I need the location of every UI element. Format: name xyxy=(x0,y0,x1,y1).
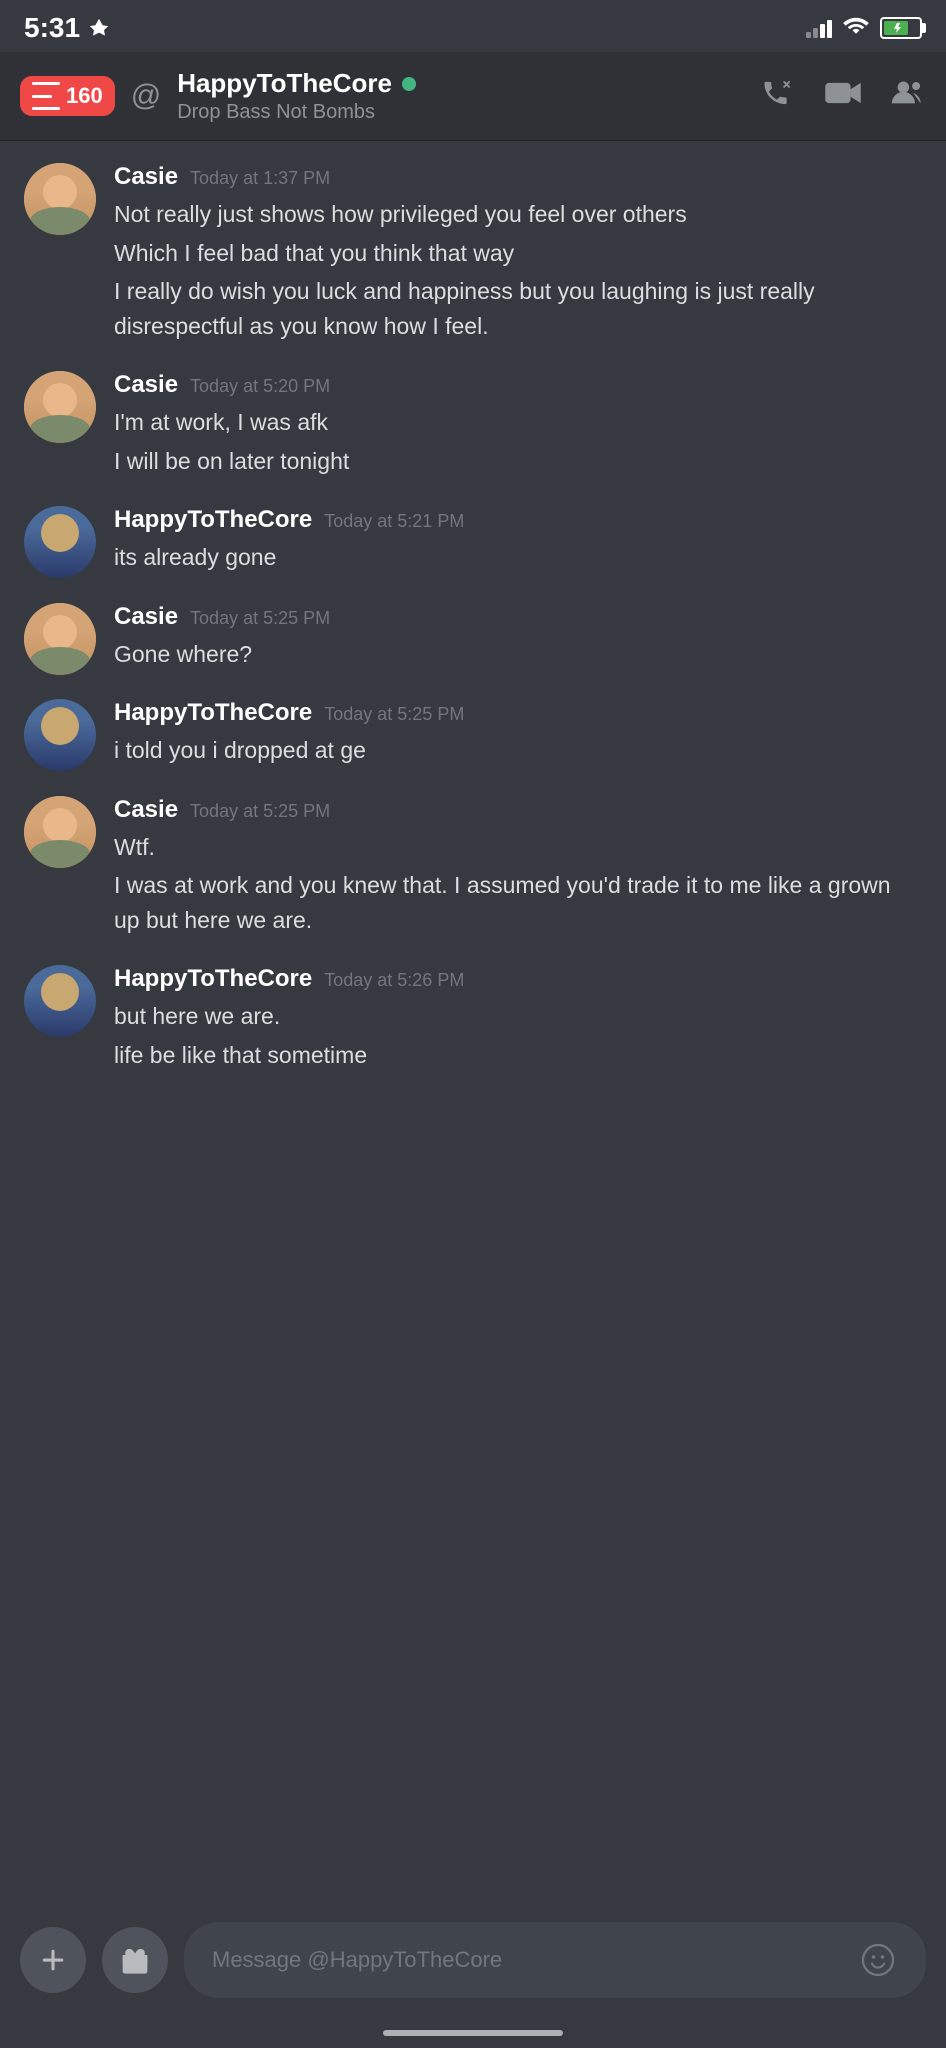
notification-button[interactable]: 160 xyxy=(20,76,115,116)
charging-icon xyxy=(890,22,902,34)
home-indicator xyxy=(383,2030,563,2036)
message-header: Casie Today at 5:25 PM xyxy=(114,603,922,631)
message-content: Casie Today at 5:20 PM I'm at work, I wa… xyxy=(114,371,922,482)
members-icon[interactable] xyxy=(890,78,926,115)
header-actions xyxy=(760,77,926,116)
message-content: Casie Today at 5:25 PM Gone where? xyxy=(114,603,922,676)
add-button[interactable] xyxy=(20,1927,86,1993)
hamburger-icon xyxy=(32,82,60,110)
gift-icon xyxy=(120,1945,150,1975)
message-text: Gone where? xyxy=(114,637,922,672)
status-icons xyxy=(806,14,922,42)
wifi-icon xyxy=(842,14,870,42)
input-bar: Message @HappyToTheCore xyxy=(0,1902,946,2048)
gift-button[interactable] xyxy=(102,1927,168,1993)
message-header: Casie Today at 5:25 PM xyxy=(114,796,922,824)
message-content: Casie Today at 5:25 PM Wtf. I was at wor… xyxy=(114,796,922,942)
message-author: Casie xyxy=(114,796,178,824)
message-header: Casie Today at 1:37 PM xyxy=(114,163,922,191)
message-text: Wtf. xyxy=(114,830,922,865)
avatar xyxy=(24,603,96,675)
message-text: I will be on later tonight xyxy=(114,444,922,479)
avatar xyxy=(24,371,96,443)
status-time: 5:31 xyxy=(24,12,110,44)
status-bar: 5:31 xyxy=(0,0,946,52)
message-content: HappyToTheCore Today at 5:21 PM its alre… xyxy=(114,506,922,579)
battery-icon xyxy=(880,17,922,39)
message-group: HappyToTheCore Today at 5:26 PM but here… xyxy=(0,953,946,1088)
video-icon[interactable] xyxy=(824,78,862,115)
call-icon[interactable] xyxy=(760,77,796,116)
notification-count: 160 xyxy=(66,83,103,109)
channel-name: HappyToTheCore xyxy=(177,68,744,99)
message-author: Casie xyxy=(114,603,178,631)
message-header: HappyToTheCore Today at 5:25 PM xyxy=(114,699,922,727)
messages-container: Casie Today at 1:37 PM Not really just s… xyxy=(0,141,946,1268)
channel-subtitle: Drop Bass Not Bombs xyxy=(177,101,744,124)
message-header: Casie Today at 5:20 PM xyxy=(114,371,922,399)
message-group: Casie Today at 5:25 PM Wtf. I was at wor… xyxy=(0,784,946,954)
message-author: HappyToTheCore xyxy=(114,965,312,993)
message-group: HappyToTheCore Today at 5:25 PM i told y… xyxy=(0,687,946,784)
message-group: HappyToTheCore Today at 5:21 PM its alre… xyxy=(0,494,946,591)
message-input-field[interactable]: Message @HappyToTheCore xyxy=(184,1922,926,1998)
message-text: Not really just shows how privileged you… xyxy=(114,197,922,232)
message-group: Casie Today at 1:37 PM Not really just s… xyxy=(0,151,946,359)
message-text: i told you i dropped at ge xyxy=(114,733,922,768)
message-content: Casie Today at 1:37 PM Not really just s… xyxy=(114,163,922,347)
chat-header: 160 @ HappyToTheCore Drop Bass Not Bombs xyxy=(0,52,946,141)
message-text: life be like that sometime xyxy=(114,1038,922,1073)
message-header: HappyToTheCore Today at 5:26 PM xyxy=(114,965,922,993)
avatar xyxy=(24,506,96,578)
avatar xyxy=(24,163,96,235)
location-icon xyxy=(88,17,110,39)
message-author: Casie xyxy=(114,163,178,191)
avatar xyxy=(24,965,96,1037)
message-text: I was at work and you knew that. I assum… xyxy=(114,868,922,937)
message-placeholder: Message @HappyToTheCore xyxy=(212,1947,842,1973)
message-header: HappyToTheCore Today at 5:21 PM xyxy=(114,506,922,534)
signal-icon xyxy=(806,18,832,38)
online-indicator xyxy=(402,77,416,91)
message-text: its already gone xyxy=(114,540,922,575)
message-text: but here we are. xyxy=(114,999,922,1034)
plus-icon xyxy=(38,1945,68,1975)
message-author: HappyToTheCore xyxy=(114,699,312,727)
message-author: Casie xyxy=(114,371,178,399)
message-content: HappyToTheCore Today at 5:25 PM i told y… xyxy=(114,699,922,772)
message-group: Casie Today at 5:20 PM I'm at work, I wa… xyxy=(0,359,946,494)
emoji-button[interactable] xyxy=(858,1940,898,1980)
message-text: Which I feel bad that you think that way xyxy=(114,236,922,271)
message-text: I really do wish you luck and happiness … xyxy=(114,274,922,343)
message-text: I'm at work, I was afk xyxy=(114,405,922,440)
message-author: HappyToTheCore xyxy=(114,506,312,534)
emoji-icon xyxy=(860,1942,896,1978)
channel-info: HappyToTheCore Drop Bass Not Bombs xyxy=(177,68,744,124)
message-group: Casie Today at 5:25 PM Gone where? xyxy=(0,591,946,688)
avatar xyxy=(24,796,96,868)
message-content: HappyToTheCore Today at 5:26 PM but here… xyxy=(114,965,922,1076)
time-display: 5:31 xyxy=(24,12,80,44)
at-icon: @ xyxy=(131,79,161,113)
avatar xyxy=(24,699,96,771)
